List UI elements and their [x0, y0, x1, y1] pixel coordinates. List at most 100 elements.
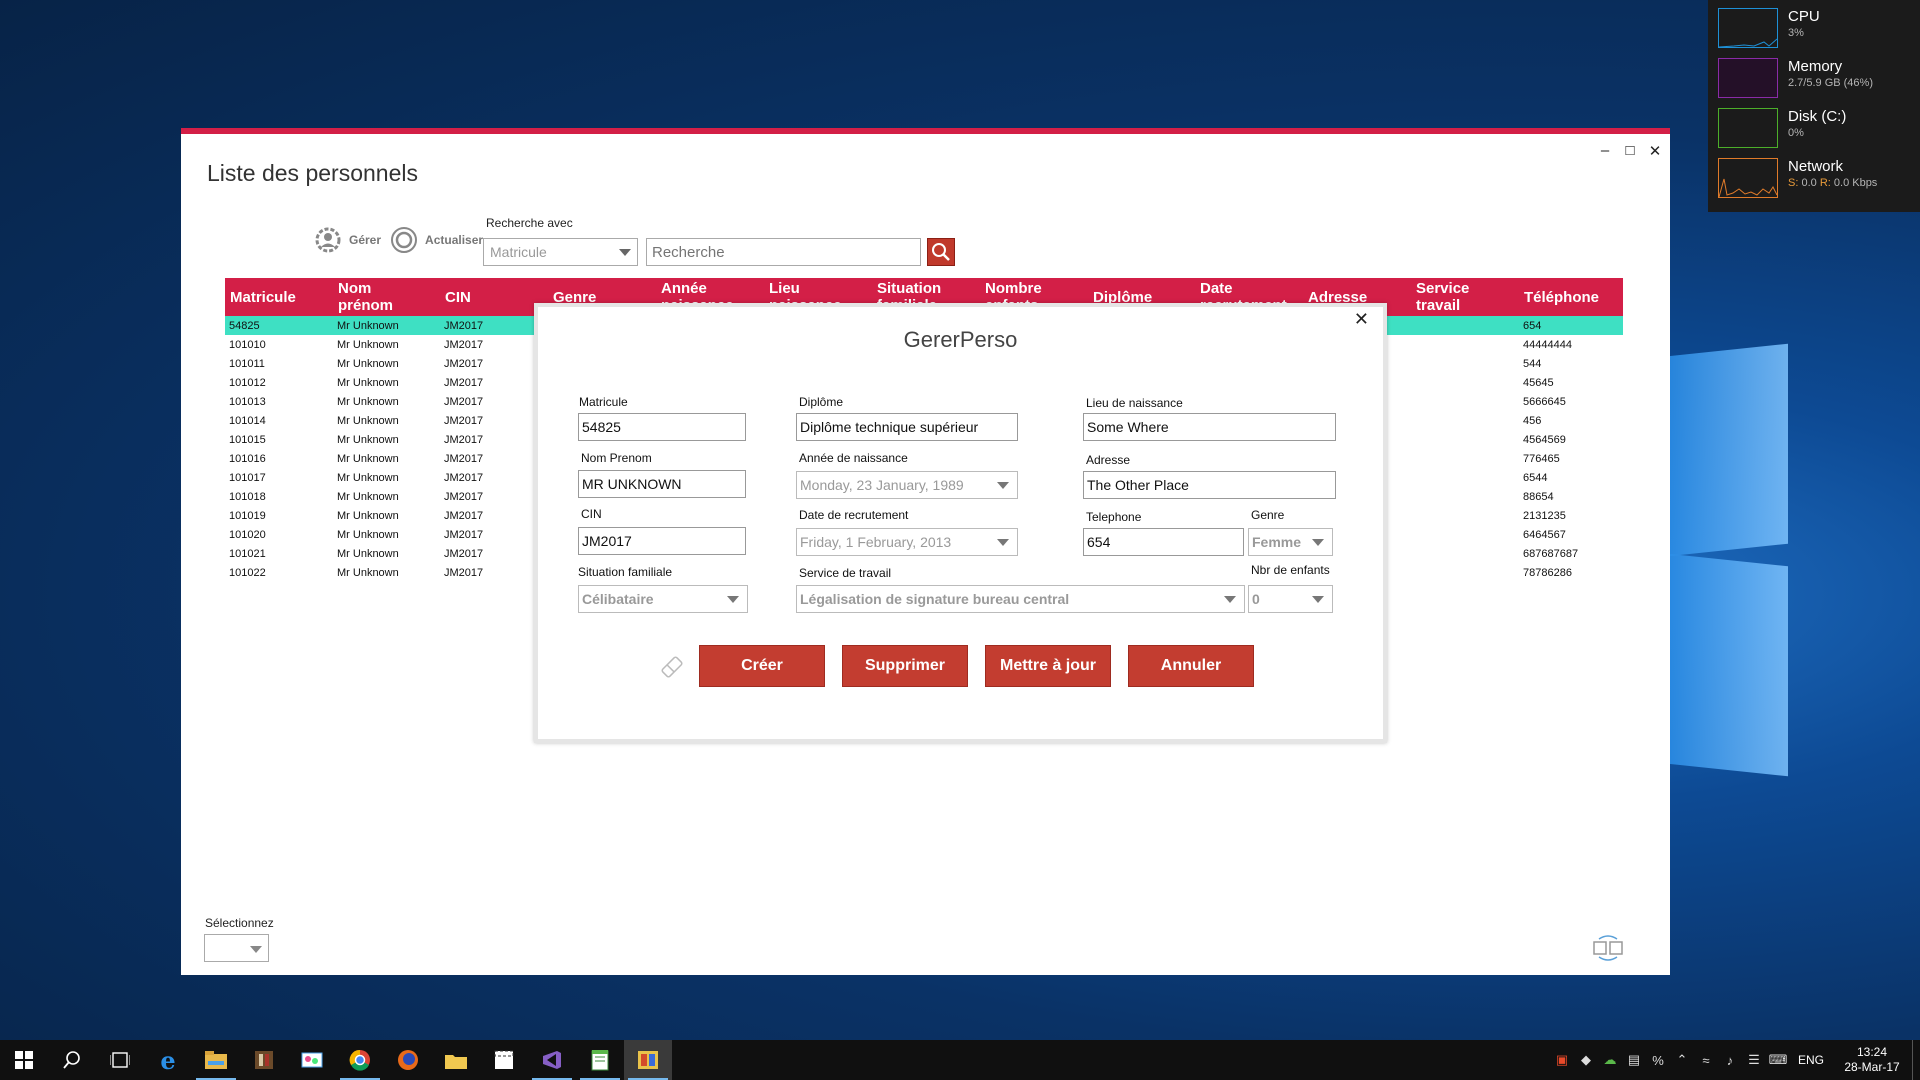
- switch-view-icon[interactable]: [1591, 934, 1625, 962]
- chevron-down-icon: [1312, 596, 1324, 603]
- search-button[interactable]: [927, 238, 955, 266]
- task-view-button[interactable]: [96, 1040, 144, 1080]
- adresse-field[interactable]: The Other Place: [1083, 471, 1336, 499]
- volume-icon[interactable]: ♪: [1718, 1053, 1742, 1068]
- select-dropdown[interactable]: [204, 934, 269, 962]
- table-cell: 4564569: [1523, 433, 1566, 446]
- dropbox-icon[interactable]: ◆: [1574, 1052, 1598, 1068]
- search-field-select[interactable]: Matricule: [483, 238, 638, 266]
- column-header[interactable]: CIN: [440, 278, 548, 316]
- search-icon: [63, 1051, 80, 1069]
- percent-icon[interactable]: %: [1646, 1053, 1670, 1068]
- annee-naissance-datepicker[interactable]: Monday, 23 January, 1989: [796, 471, 1018, 499]
- refresh-label: Actualiser: [425, 233, 484, 247]
- delete-button[interactable]: Supprimer: [842, 645, 968, 687]
- table-cell: Mr Unknown: [337, 471, 399, 484]
- table-cell: JM2017: [444, 566, 484, 579]
- language-indicator[interactable]: ENG: [1798, 1053, 1824, 1067]
- taskbar-wpf-app[interactable]: [624, 1040, 672, 1080]
- table-cell: Mr Unknown: [337, 509, 399, 522]
- firefox-icon: [398, 1050, 418, 1070]
- chevron-up-icon[interactable]: ⌃: [1670, 1052, 1694, 1068]
- clock[interactable]: 13:24 28-Mar-17: [1832, 1045, 1912, 1075]
- table-cell: 654: [1523, 319, 1542, 332]
- telephone-field[interactable]: 654: [1083, 528, 1244, 556]
- table-cell: Mr Unknown: [337, 566, 399, 579]
- table-cell: JM2017: [444, 319, 484, 332]
- table-cell: JM2017: [444, 452, 484, 465]
- eraser-icon[interactable]: [658, 653, 686, 681]
- dialog-close-button[interactable]: ✕: [1354, 309, 1369, 330]
- situation-familiale-select[interactable]: Célibataire: [578, 585, 748, 613]
- cin-field[interactable]: JM2017: [578, 527, 746, 555]
- table-cell: 101015: [229, 433, 266, 446]
- service-travail-select[interactable]: Légalisation de signature bureau central: [796, 585, 1245, 613]
- table-cell: 101017: [229, 471, 266, 484]
- table-cell: JM2017: [444, 357, 484, 370]
- chevron-down-icon: [1312, 539, 1324, 546]
- taskbar-folder[interactable]: [432, 1040, 480, 1080]
- taskbar-app-1[interactable]: [240, 1040, 288, 1080]
- cin-label: CIN: [581, 507, 602, 521]
- cancel-button[interactable]: Annuler: [1128, 645, 1254, 687]
- cloud-sync-icon[interactable]: ☁: [1598, 1052, 1622, 1068]
- nbr-enfants-select[interactable]: 0: [1248, 585, 1333, 613]
- table-cell: 101022: [229, 566, 266, 579]
- genre-select[interactable]: Femme: [1248, 528, 1333, 556]
- taskbar-search-button[interactable]: [48, 1040, 96, 1080]
- keyboard-icon[interactable]: ⌨: [1766, 1052, 1790, 1068]
- diplome-label: Diplôme: [799, 395, 844, 409]
- taskbar-chrome[interactable]: [336, 1040, 384, 1080]
- taskbar-video[interactable]: [480, 1040, 528, 1080]
- lieu-naissance-field[interactable]: Some Where: [1083, 413, 1336, 441]
- office-icon[interactable]: ▣: [1550, 1052, 1574, 1068]
- refresh-button[interactable]: Actualiser: [389, 225, 483, 255]
- table-cell: 101020: [229, 528, 266, 541]
- nom-prenom-field[interactable]: MR UNKNOWN: [578, 470, 746, 498]
- taskbar-visual-studio[interactable]: [528, 1040, 576, 1080]
- column-header[interactable]: Service travail: [1411, 278, 1519, 316]
- show-desktop-button[interactable]: [1912, 1040, 1920, 1080]
- action-center-icon[interactable]: ☰: [1742, 1052, 1766, 1068]
- manage-button[interactable]: Gérer: [313, 225, 381, 255]
- task-view-icon: [110, 1052, 130, 1068]
- visual-studio-icon: [543, 1051, 561, 1069]
- start-button[interactable]: [0, 1040, 48, 1080]
- gererperso-dialog: GererPerso ✕ Matricule 54825 Diplôme Dip…: [534, 303, 1387, 743]
- column-header[interactable]: Matricule: [225, 278, 333, 316]
- performance-monitor-widget: CPU 3% Memory 2.7/5.9 GB (46%) Disk (C:)…: [1708, 0, 1920, 212]
- search-input[interactable]: [646, 238, 921, 266]
- taskbar-firefox[interactable]: [384, 1040, 432, 1080]
- table-cell: 101016: [229, 452, 266, 465]
- minimize-button[interactable]: –: [1595, 142, 1615, 159]
- diplome-field[interactable]: Diplôme technique supérieur: [796, 413, 1018, 441]
- nom-prenom-label: Nom Prenom: [581, 451, 652, 465]
- taskbar-file-explorer[interactable]: [192, 1040, 240, 1080]
- column-header[interactable]: Nom prénom: [333, 278, 440, 316]
- table-cell: JM2017: [444, 547, 484, 560]
- table-cell: JM2017: [444, 471, 484, 484]
- perf-cpu-value: 3%: [1788, 27, 1804, 39]
- printer-icon[interactable]: ▤: [1622, 1052, 1646, 1068]
- update-button[interactable]: Mettre à jour: [985, 645, 1111, 687]
- table-cell: JM2017: [444, 528, 484, 541]
- maximize-button[interactable]: □: [1620, 142, 1640, 159]
- taskbar-notepad[interactable]: [576, 1040, 624, 1080]
- date-recrutement-datepicker[interactable]: Friday, 1 February, 2013: [796, 528, 1018, 556]
- taskbar-edge[interactable]: e: [144, 1040, 192, 1080]
- system-tray: ▣ ◆ ☁ ▤ % ⌃ ≈ ♪ ☰ ⌨ ENG 13:24 28-Mar-17: [1550, 1040, 1920, 1080]
- chevron-down-icon: [997, 539, 1009, 546]
- table-cell: Mr Unknown: [337, 395, 399, 408]
- wifi-icon[interactable]: ≈: [1694, 1053, 1718, 1068]
- manage-label: Gérer: [349, 233, 382, 247]
- create-button[interactable]: Créer: [699, 645, 825, 687]
- taskbar-paint[interactable]: [288, 1040, 336, 1080]
- column-header[interactable]: Téléphone: [1519, 278, 1621, 316]
- table-cell: 5666645: [1523, 395, 1566, 408]
- matricule-field[interactable]: 54825: [578, 413, 746, 441]
- table-cell: 101014: [229, 414, 266, 427]
- table-cell: 6464567: [1523, 528, 1566, 541]
- windows-wallpaper-logo: [1668, 330, 1920, 800]
- perf-disk-name: Disk (C:): [1788, 108, 1847, 125]
- close-button[interactable]: ✕: [1645, 142, 1665, 160]
